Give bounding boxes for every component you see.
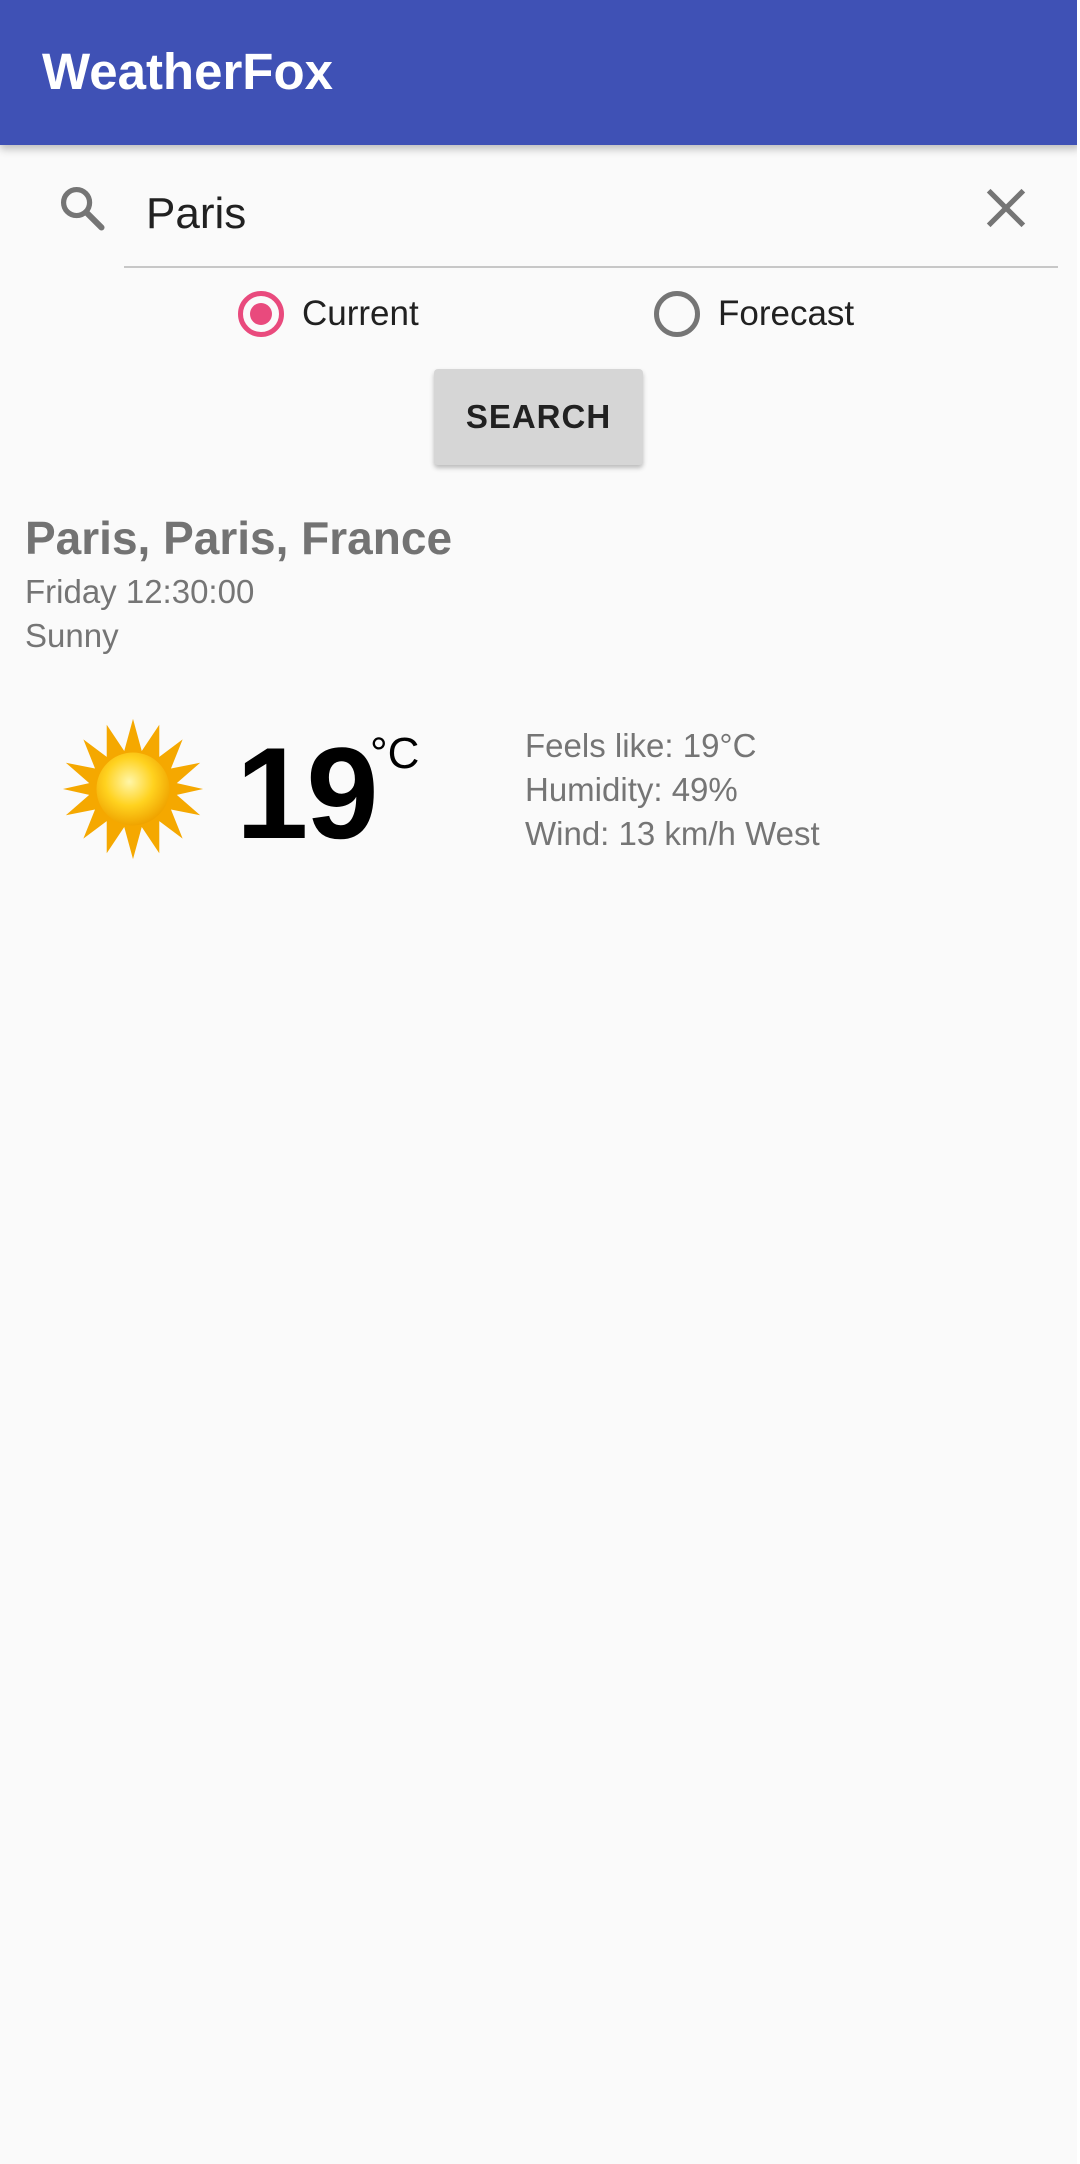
search-icon (60, 186, 105, 231)
temperature-unit: °C (370, 729, 420, 778)
search-bar (0, 160, 1080, 270)
radio-forecast-label: Forecast (718, 294, 855, 333)
condition-text: Sunny (25, 617, 119, 654)
feels-like-text: Feels like: 19°C (525, 727, 757, 764)
app-bar: WeatherFox (0, 0, 1080, 145)
datetime-text: Friday 12:30:00 (25, 573, 255, 610)
close-icon[interactable] (980, 182, 1032, 234)
temperature-value: 19 (236, 720, 379, 866)
location-title: Paris, Paris, France (25, 512, 453, 564)
app-title: WeatherFox (42, 43, 333, 100)
mode-radio-group: Current Forecast (0, 284, 1080, 344)
humidity-text: Humidity: 49% (525, 771, 738, 808)
radio-forecast[interactable]: Forecast (654, 284, 854, 344)
search-input-underline (124, 266, 1058, 268)
sun-icon (62, 718, 204, 860)
search-input[interactable] (146, 184, 946, 244)
radio-checked-icon (238, 291, 284, 337)
wind-text: Wind: 13 km/h West (525, 815, 820, 852)
radio-current[interactable]: Current (238, 284, 419, 344)
radio-unchecked-icon (654, 291, 700, 337)
weather-details: Feels like: 19°C Humidity: 49% Wind: 13 … (525, 724, 820, 856)
radio-current-label: Current (302, 294, 419, 333)
search-button[interactable]: SEARCH (434, 369, 643, 465)
